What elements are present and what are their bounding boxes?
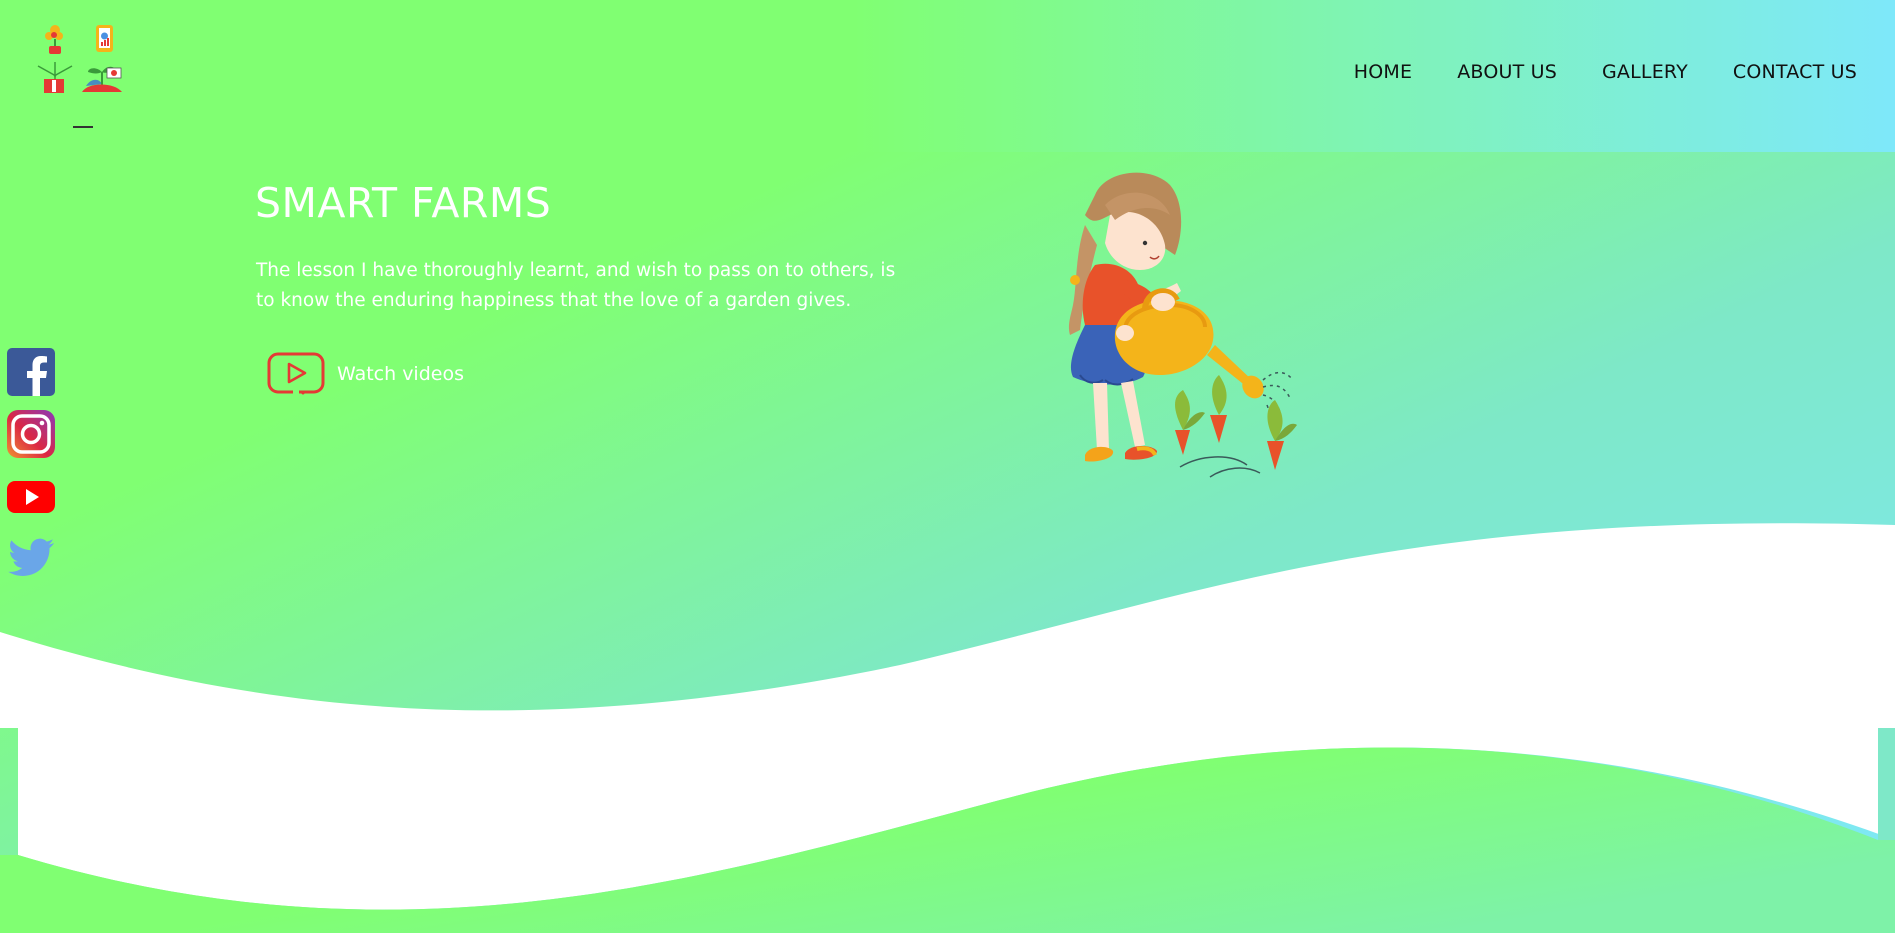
watch-videos-label: Watch videos (337, 363, 464, 385)
watch-videos-button[interactable]: Watch videos (267, 352, 464, 396)
girl-watering-plants-illustration (1068, 172, 1297, 478)
seedling-icon (82, 66, 122, 92)
nav-home[interactable]: HOME (1354, 61, 1412, 83)
nav-contact-us[interactable]: CONTACT US (1733, 61, 1857, 83)
social-links (7, 348, 55, 596)
facebook-icon[interactable] (7, 348, 55, 396)
play-icon (267, 352, 325, 395)
phone-icon (96, 25, 113, 52)
hero-quote: The lesson I have thoroughly learnt, and… (256, 260, 896, 311)
flower-pot-icon (45, 25, 63, 54)
instagram-icon[interactable] (7, 410, 55, 458)
twitter-icon[interactable] (7, 534, 55, 582)
site-header: HOME ABOUT US GALLERY CONTACT US (0, 0, 1895, 152)
nav-about-us[interactable]: ABOUT US (1457, 61, 1557, 83)
sprinkler-icon (37, 62, 73, 93)
nav-gallery[interactable]: GALLERY (1602, 61, 1688, 83)
hero-title: SMART FARMS (255, 179, 552, 227)
site-logo[interactable] (36, 24, 136, 132)
youtube-icon[interactable] (7, 472, 55, 520)
main-nav: HOME ABOUT US GALLERY CONTACT US (1309, 61, 1857, 83)
wave-decoration (0, 523, 1895, 933)
